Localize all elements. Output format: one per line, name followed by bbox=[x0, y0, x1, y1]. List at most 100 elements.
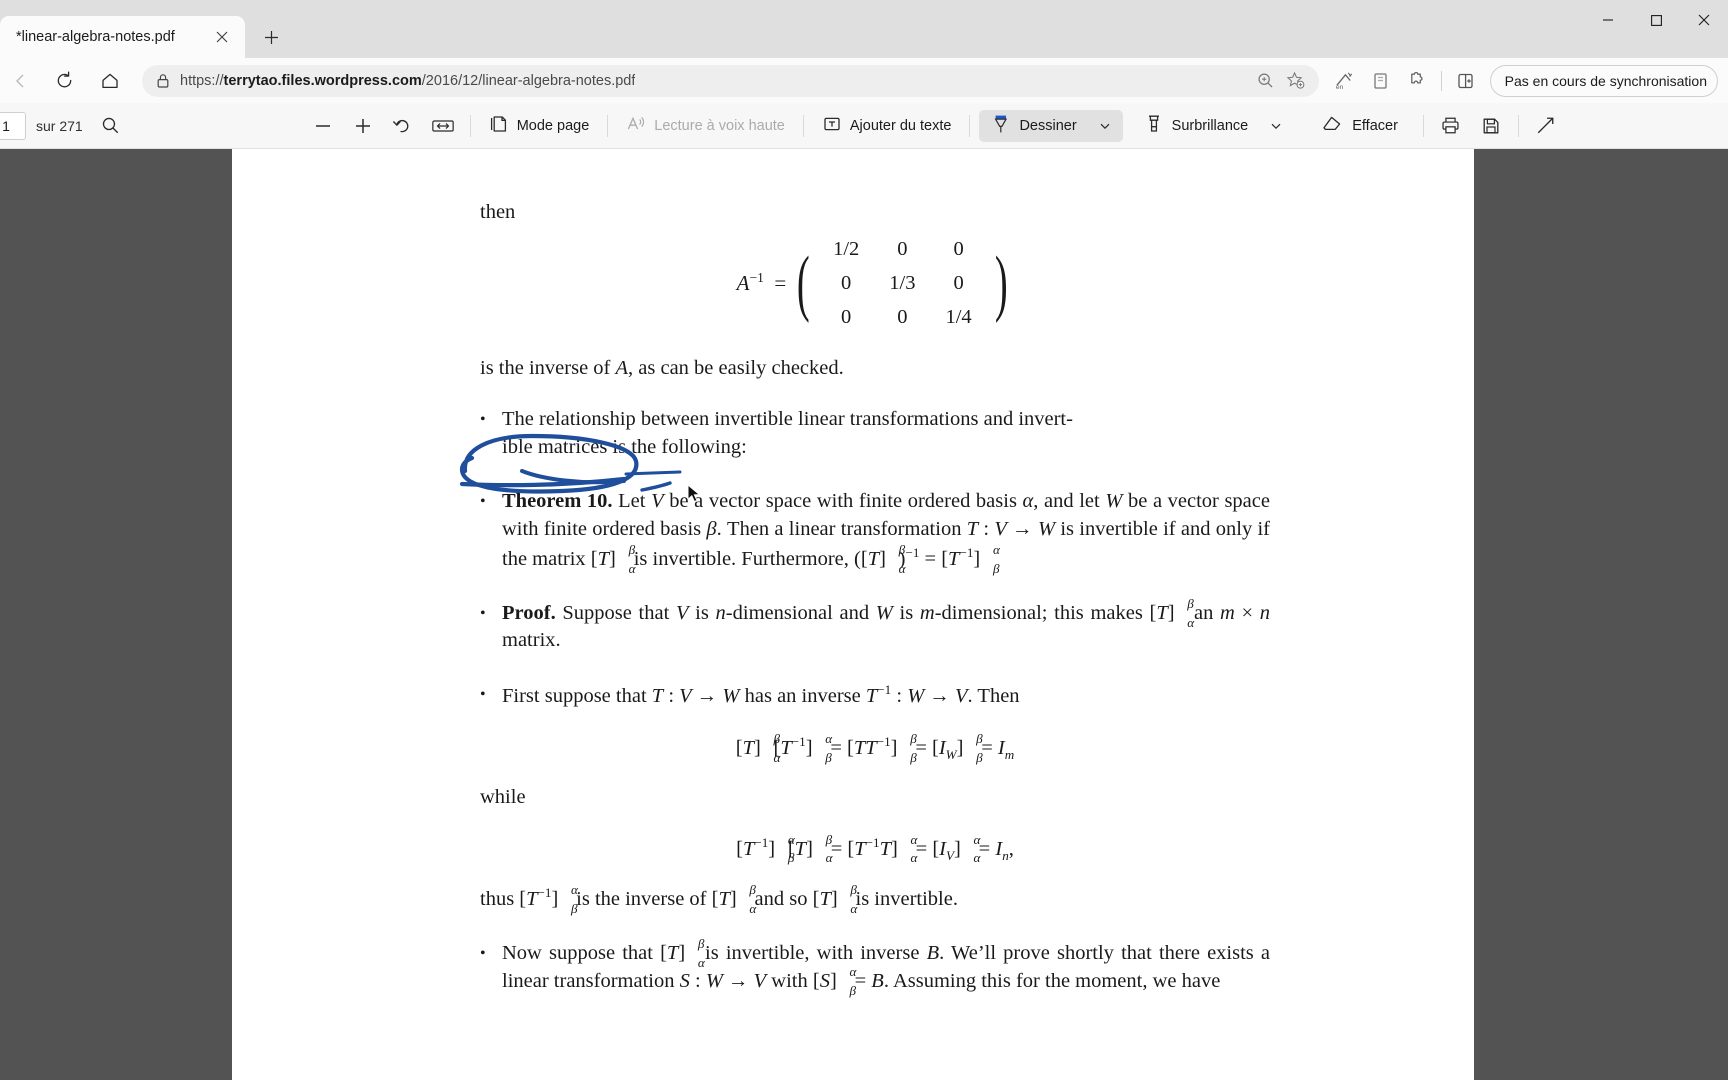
browser-action-icons: en Pas en cours de synchronisation bbox=[1327, 63, 1718, 99]
bullet-marker: • bbox=[480, 945, 486, 963]
equation-2: [T−1] α β [T] β α = [T−1T] α α = [IV] α α = In, bbox=[736, 831, 1014, 866]
back-arrow-icon[interactable] bbox=[10, 63, 32, 99]
theorem-label: Theorem 10. bbox=[502, 490, 613, 513]
draw-button[interactable]: Dessiner bbox=[979, 109, 1123, 142]
bullet-text: The relationship between invertible line… bbox=[502, 408, 1073, 459]
right-paren: ) bbox=[994, 242, 1008, 325]
read-aloud-button[interactable]: Lecture à voix haute bbox=[617, 110, 794, 142]
close-tab-icon[interactable] bbox=[209, 24, 235, 50]
proof-text: Proof. Suppose that V is n-dimensional a… bbox=[502, 595, 1270, 652]
toolbar-divider bbox=[969, 114, 971, 137]
fit-to-width-icon[interactable] bbox=[425, 110, 461, 142]
bullet-theorem-10: • Theorem 10. Let V be a vector space wi… bbox=[480, 488, 1270, 576]
tab-strip: *linear-algebra-notes.pdf bbox=[0, 0, 290, 58]
pdf-viewer-area[interactable]: then A−1 = ( 1/2 0 0 0 1/3 0 0 0 1/4) i… bbox=[0, 149, 1728, 1080]
rotate-icon[interactable] bbox=[385, 110, 421, 142]
zoom-out-minus-icon[interactable] bbox=[305, 110, 341, 142]
bullet-proof: • Proof. Suppose that V is n-dimensional… bbox=[480, 595, 1270, 656]
pdf-page-content: then A−1 = ( 1/2 0 0 0 1/3 0 0 0 1/4) i… bbox=[480, 199, 1271, 998]
while-label: while bbox=[480, 785, 526, 808]
new-tab-button[interactable] bbox=[252, 18, 290, 56]
url-path: /2016/12/linear-algebra-notes.pdf bbox=[421, 72, 636, 89]
page-total-label: sur 271 bbox=[36, 117, 83, 134]
minimize-button[interactable] bbox=[1584, 0, 1632, 40]
close-window-button[interactable] bbox=[1680, 0, 1728, 40]
home-icon[interactable] bbox=[92, 63, 128, 99]
url-scheme: https:// bbox=[180, 72, 224, 89]
add-text-label: Ajouter du texte bbox=[849, 117, 952, 134]
matrix-row: 0 1/3 0 bbox=[818, 267, 987, 301]
bullet-now-suppose: • Now suppose that [T] β α is invertible, … bbox=[480, 936, 1271, 998]
zoom-in-plus-icon[interactable] bbox=[345, 110, 381, 142]
then-label: then bbox=[480, 201, 516, 223]
bullet-marker: • bbox=[480, 493, 486, 511]
now-suppose-text: Now suppose that [T] β α is invertible, wi… bbox=[502, 936, 1271, 998]
chevron-down-icon[interactable] bbox=[1270, 120, 1282, 132]
extensions-puzzle-icon[interactable] bbox=[1399, 63, 1435, 99]
matrix-cell: 0 bbox=[897, 305, 908, 328]
matrix-cell: 0 bbox=[953, 271, 964, 294]
bullet-marker: • bbox=[480, 686, 486, 704]
page-number-input[interactable]: 1 bbox=[0, 111, 26, 140]
inverse-statement: is the inverse of A, as can be easily ch… bbox=[480, 356, 844, 379]
toolbar-divider bbox=[1422, 114, 1424, 137]
pdf-toolbar: 1 sur 271 Mode page Lecture à voix haute… bbox=[0, 103, 1728, 149]
pdf-page[interactable]: then A−1 = ( 1/2 0 0 0 1/3 0 0 0 1/4) i… bbox=[232, 149, 1474, 1080]
erase-label: Effacer bbox=[1352, 117, 1398, 134]
bullet-marker: • bbox=[480, 604, 486, 622]
left-paren: ( bbox=[797, 242, 811, 325]
matrix-cell: 1/4 bbox=[945, 305, 972, 328]
matrix-cell: 1/2 bbox=[833, 237, 860, 260]
browser-tab[interactable]: *linear-algebra-notes.pdf bbox=[0, 16, 245, 58]
sync-status-label: Pas en cours de synchronisation bbox=[1504, 72, 1707, 89]
svg-text:en: en bbox=[1336, 84, 1344, 91]
matrix-cell: 0 bbox=[897, 237, 908, 260]
draw-pen-icon bbox=[991, 113, 1011, 139]
highlight-label: Surbrillance bbox=[1171, 117, 1249, 134]
toolbar-divider bbox=[469, 114, 471, 137]
maximize-button[interactable] bbox=[1632, 0, 1680, 40]
matrix-cell: 0 bbox=[841, 271, 852, 294]
toolbar-divider bbox=[802, 114, 804, 137]
add-favorite-star-icon[interactable] bbox=[1281, 66, 1311, 96]
add-text-button[interactable]: Ajouter du texte bbox=[813, 110, 961, 142]
collections-icon[interactable] bbox=[1363, 63, 1399, 99]
matrix-exponent: −1 bbox=[749, 270, 764, 286]
bullet-relationship: • The relationship between invertible li… bbox=[480, 406, 1270, 462]
erase-button[interactable]: Effacer bbox=[1313, 110, 1407, 142]
page-view-label: Mode page bbox=[516, 117, 590, 134]
sync-status-pill[interactable]: Pas en cours de synchronisation bbox=[1489, 64, 1718, 97]
matrix-equation: A−1 = ( 1/2 0 0 0 1/3 0 0 0 1/4) bbox=[480, 233, 1270, 335]
save-disk-icon[interactable] bbox=[1473, 110, 1509, 142]
lock-icon bbox=[156, 73, 170, 89]
read-aloud-icon bbox=[626, 114, 646, 138]
proof-label: Proof. bbox=[502, 601, 556, 624]
url-bar[interactable]: https://terrytao.files.wordpress.com/201… bbox=[142, 64, 1319, 97]
zoom-magnifier-icon[interactable] bbox=[1251, 66, 1281, 96]
chevron-down-icon[interactable] bbox=[1099, 120, 1111, 132]
highlight-button[interactable]: Surbrillance bbox=[1135, 110, 1292, 142]
matrix-cell: 0 bbox=[841, 305, 852, 328]
split-screen-icon[interactable] bbox=[1448, 63, 1484, 99]
bullet-first-suppose: • First suppose that T : V → W has an in… bbox=[480, 681, 1270, 711]
search-icon[interactable] bbox=[93, 110, 129, 142]
omnibox-actions bbox=[1251, 66, 1311, 96]
window-controls bbox=[1584, 0, 1728, 40]
add-text-icon bbox=[822, 114, 842, 138]
eraser-icon bbox=[1322, 114, 1344, 138]
page-view-button[interactable]: Mode page bbox=[480, 110, 599, 142]
first-suppose-text: First suppose that T : V → W has an inve… bbox=[502, 682, 1020, 708]
translate-icon[interactable]: en bbox=[1327, 63, 1363, 99]
more-tools-icon[interactable] bbox=[1528, 110, 1564, 142]
matrix-row: 1/2 0 0 bbox=[818, 233, 987, 267]
matrix-cell: 1/3 bbox=[889, 271, 916, 294]
refresh-icon[interactable] bbox=[46, 63, 82, 99]
browser-address-bar: https://terrytao.files.wordpress.com/201… bbox=[0, 58, 1728, 103]
tab-title: *linear-algebra-notes.pdf bbox=[16, 29, 175, 45]
print-icon[interactable] bbox=[1433, 110, 1469, 142]
browser-title-bar: *linear-algebra-notes.pdf bbox=[0, 0, 1728, 58]
bullet-marker: • bbox=[480, 411, 486, 429]
draw-label: Dessiner bbox=[1019, 117, 1077, 134]
highlight-marker-icon bbox=[1144, 113, 1164, 139]
matrix-cell: 0 bbox=[953, 237, 964, 260]
